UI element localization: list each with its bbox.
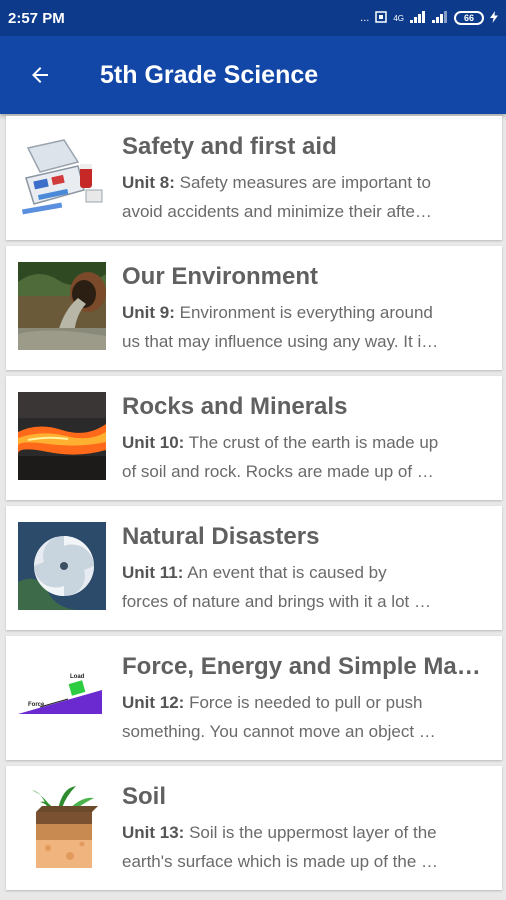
unit-number: Unit 13: [122,823,185,842]
signal-icon-2 [432,10,448,26]
status-bar: 2:57 PM ... 4G 66 [0,0,506,36]
back-arrow-icon [32,67,48,83]
unit-description: Unit 11: An event that is caused by force… [122,558,492,616]
unit-number: Unit 9: [122,303,175,322]
unit-card-rocks[interactable]: Rocks and Minerals Unit 10: The crust of… [6,376,502,500]
soil-layers-image [18,782,106,870]
unit-title: Soil [122,783,167,810]
unit-description: Unit 12: Force is needed to pull or push… [122,688,492,746]
polluted-pipe-image [18,262,106,350]
unit-desc-line2: of soil and rock. Rocks are made up of … [122,462,434,481]
unit-title: Natural Disasters [122,523,320,550]
status-dots: ... [360,12,370,24]
status-icons: ... 4G 66 [360,10,498,26]
signal-icon [410,10,426,26]
unit-desc-line1: An event that is caused by [183,563,387,582]
unit-card-force[interactable]: Load Force Force, Energy and Simple Ma… … [6,636,502,760]
force-label: Force [28,702,45,708]
status-time: 2:57 PM [8,9,65,27]
unit-number: Unit 12: [122,693,185,712]
unit-card-safety[interactable]: Safety and first aid Unit 8: Safety meas… [6,116,502,240]
page-title: 5th Grade Science [100,60,319,89]
sim-icon [375,10,388,26]
back-button[interactable] [22,57,58,93]
load-label: Load [70,674,85,680]
unit-title: Our Environment [122,263,319,290]
unit-card-environment[interactable]: Our Environment Unit 9: Environment is e… [6,246,502,370]
unit-desc-line1: Safety measures are important to [174,173,431,192]
first-aid-kit-image [18,132,106,220]
inclined-plane-diagram: Load Force [18,652,106,740]
network-type-label: 4G [393,13,404,23]
unit-description: Unit 13: Soil is the uppermost layer of … [122,818,492,876]
unit-description: Unit 10: The crust of the earth is made … [122,428,492,486]
unit-desc-line2: forces of nature and brings with it a lo… [122,592,431,611]
unit-desc-line1: Force is needed to pull or push [184,693,423,712]
unit-title: Rocks and Minerals [122,393,348,420]
unit-desc-line2: something. You cannot move an object … [122,722,436,741]
unit-desc-line2: avoid accidents and minimize their afte… [122,202,432,221]
unit-desc-line1: Environment is everything around [174,303,433,322]
unit-number: Unit 8: [122,173,175,192]
unit-number: Unit 11: [122,563,184,582]
unit-card-disasters[interactable]: Natural Disasters Unit 11: An event that… [6,506,502,630]
hurricane-image [18,522,106,610]
unit-number: Unit 10: [122,433,185,452]
unit-desc-line1: The crust of the earth is made up [184,433,439,452]
unit-list: Safety and first aid Unit 8: Safety meas… [6,116,502,896]
app-bar: 5th Grade Science [0,36,506,114]
unit-card-soil[interactable]: Soil Unit 13: Soil is the uppermost laye… [6,766,502,890]
unit-description: Unit 9: Environment is everything around… [122,298,492,356]
battery-icon: 66 [454,11,484,25]
unit-description: Unit 8: Safety measures are important to… [122,168,492,226]
lava-flow-image [18,392,106,480]
unit-desc-line1: Soil is the uppermost layer of the [184,823,437,842]
unit-desc-line2: us that may influence using any way. It … [122,332,439,351]
charging-icon [490,10,498,26]
unit-desc-line2: earth's surface which is made up of the … [122,852,439,871]
unit-title: Safety and first aid [122,133,337,160]
unit-title: Force, Energy and Simple Ma… [122,653,481,680]
